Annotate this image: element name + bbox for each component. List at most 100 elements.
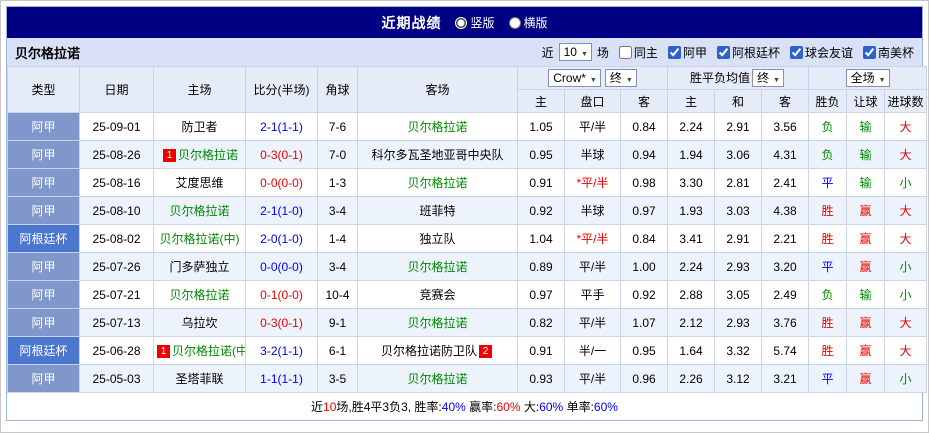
result-goals-cell: 小 xyxy=(884,364,928,393)
europe-away-odds: 3.56 xyxy=(761,112,810,141)
europe-away-odds: 2.49 xyxy=(761,280,810,309)
result-scope-select[interactable]: 全场 xyxy=(845,69,890,87)
layout-option-horizontal[interactable]: 横版 xyxy=(508,14,548,31)
filter-sudamericana[interactable]: 南美杯 xyxy=(862,44,914,61)
recent-count-select[interactable]: 10 xyxy=(558,43,592,61)
home-team-name[interactable]: 乌拉坎 xyxy=(181,316,217,330)
away-team-name[interactable]: 独立队 xyxy=(419,232,455,246)
handicap-cell: 平/半 xyxy=(564,112,621,141)
layout-option-vertical[interactable]: 竖版 xyxy=(455,14,495,31)
home-team-name[interactable]: 贝尔格拉诺 xyxy=(178,148,238,162)
league-cell: 阿根廷杯 xyxy=(7,224,80,253)
result-cover-cell: 赢 xyxy=(846,224,886,253)
away-team-name[interactable]: 班菲特 xyxy=(419,204,455,218)
away-team-cell: 独立队 xyxy=(357,224,518,253)
home-team-cell: 门多萨独立 xyxy=(153,252,246,281)
odds-company-select[interactable]: Crow* xyxy=(548,69,601,87)
horizontal-radio[interactable] xyxy=(508,16,521,29)
away-team-name[interactable]: 科尔多瓦圣地亚哥中央队 xyxy=(371,148,503,162)
away-team-cell: 贝尔格拉诺 xyxy=(357,364,518,393)
corner-cell: 3-4 xyxy=(317,252,358,281)
date-cell: 25-07-13 xyxy=(79,308,154,337)
sudamericana-checkbox[interactable] xyxy=(862,45,876,59)
result-cover-cell: 赢 xyxy=(846,336,886,365)
summary-segment: 60% xyxy=(593,399,618,414)
vertical-radio-label: 竖版 xyxy=(470,16,495,30)
home-team-name[interactable]: 圣塔菲联 xyxy=(175,372,223,386)
away-team-name[interactable]: 贝尔格拉诺 xyxy=(407,316,467,330)
home-team-name[interactable]: 贝尔格拉诺(中) xyxy=(172,344,245,358)
home-team-name[interactable]: 贝尔格拉诺 xyxy=(169,288,229,302)
summary-segment: 10 xyxy=(323,399,337,414)
result-wdl-cell: 负 xyxy=(808,140,848,169)
friendly-checkbox[interactable] xyxy=(789,45,803,59)
europe-draw-odds: 3.05 xyxy=(714,280,763,309)
away-team-name[interactable]: 贝尔格拉诺 xyxy=(407,120,467,134)
home-team-name[interactable]: 艾度思维 xyxy=(175,176,223,190)
score-cell: 0-3(0-1) xyxy=(245,308,318,337)
result-wdl-cell: 胜 xyxy=(808,308,848,337)
sub-header-handicap: 盘口 xyxy=(564,89,621,113)
home-team-name[interactable]: 防卫者 xyxy=(181,120,217,134)
result-cover-cell: 输 xyxy=(846,112,886,141)
europe-home-odds: 1.94 xyxy=(667,140,716,169)
europe-draw-odds: 2.93 xyxy=(714,308,763,337)
league-cell: 阿甲 xyxy=(7,168,80,197)
vertical-radio[interactable] xyxy=(455,16,468,29)
away-team-cell: 贝尔格拉诺 xyxy=(357,252,518,281)
europe-away-odds: 4.31 xyxy=(761,140,810,169)
corner-cell: 9-1 xyxy=(317,308,358,337)
handicap-cell: 平手 xyxy=(564,280,621,309)
europe-home-odds: 1.93 xyxy=(667,196,716,225)
filter-league-primera[interactable]: 阿甲 xyxy=(667,44,707,61)
results-table: 类型 日期 主场 比分(半场) 角球 客场 Crow*终 胜平负均值终 全场 主… xyxy=(7,66,928,393)
away-team-name[interactable]: 贝尔格拉诺 xyxy=(407,260,467,274)
corner-cell: 3-5 xyxy=(317,364,358,393)
chevron-down-icon xyxy=(577,46,588,58)
europe-away-odds: 2.21 xyxy=(761,224,810,253)
filter-copa-argentina[interactable]: 阿根廷杯 xyxy=(716,44,780,61)
away-team-name[interactable]: 竞赛会 xyxy=(419,288,455,302)
recent-results-widget: 近期战绩 竖版 横版 贝尔格拉诺 近 10 场 同主 阿甲 阿根廷杯 球会友谊 … xyxy=(6,6,928,421)
table-row: 阿根廷杯 25-08-02 贝尔格拉诺(中) 2-0(1-0) 1-4 独立队 … xyxy=(7,224,928,253)
result-group-header: 全场 xyxy=(808,66,928,90)
asian-odds-time-select[interactable]: 终 xyxy=(604,69,637,87)
score-cell: 3-2(1-1) xyxy=(245,336,318,365)
red-card-badge: 1 xyxy=(157,345,170,358)
asian-home-odds: 0.93 xyxy=(517,364,565,393)
asian-odds-group-header: Crow* 终 xyxy=(516,66,669,90)
sub-header-asian-away: 客 xyxy=(619,89,669,113)
europe-odds-time-select[interactable]: 终 xyxy=(752,69,785,87)
score-cell: 2-1(1-1) xyxy=(245,112,318,141)
filter-bar: 贝尔格拉诺 近 10 场 同主 阿甲 阿根廷杯 球会友谊 南美杯 xyxy=(7,38,922,66)
europe-away-odds: 5.74 xyxy=(761,336,810,365)
result-cover-cell: 赢 xyxy=(846,364,886,393)
asian-away-odds: 0.96 xyxy=(619,364,669,393)
summary-segment: 60% xyxy=(496,399,521,414)
home-team-cell: 乌拉坎 xyxy=(153,308,246,337)
home-team-name[interactable]: 贝尔格拉诺(中) xyxy=(160,232,240,246)
result-goals-cell: 小 xyxy=(884,252,928,281)
same-home-checkbox[interactable] xyxy=(618,45,632,59)
result-wdl-cell: 负 xyxy=(808,280,848,309)
europe-draw-odds: 3.03 xyxy=(714,196,763,225)
asian-away-odds: 0.84 xyxy=(619,112,669,141)
primera-checkbox[interactable] xyxy=(667,45,681,59)
date-cell: 25-08-26 xyxy=(79,140,154,169)
away-team-name[interactable]: 贝尔格拉诺防卫队 xyxy=(381,344,477,358)
copa-checkbox[interactable] xyxy=(716,45,730,59)
home-team-name[interactable]: 门多萨独立 xyxy=(169,260,229,274)
league-cell: 阿甲 xyxy=(7,252,80,281)
result-goals-cell: 大 xyxy=(884,336,928,365)
checkbox-label: 同主 xyxy=(633,45,658,60)
away-team-name[interactable]: 贝尔格拉诺 xyxy=(407,372,467,386)
corner-cell: 7-6 xyxy=(317,112,358,141)
away-team-name[interactable]: 贝尔格拉诺 xyxy=(407,176,467,190)
filter-same-home[interactable]: 同主 xyxy=(618,44,658,61)
filter-club-friendly[interactable]: 球会友谊 xyxy=(789,44,853,61)
result-wdl-cell: 平 xyxy=(808,252,848,281)
score-cell: 0-0(0-0) xyxy=(245,252,318,281)
europe-odds-time-value: 终 xyxy=(757,71,770,85)
home-team-cell: 防卫者 xyxy=(153,112,246,141)
home-team-name[interactable]: 贝尔格拉诺 xyxy=(169,204,229,218)
